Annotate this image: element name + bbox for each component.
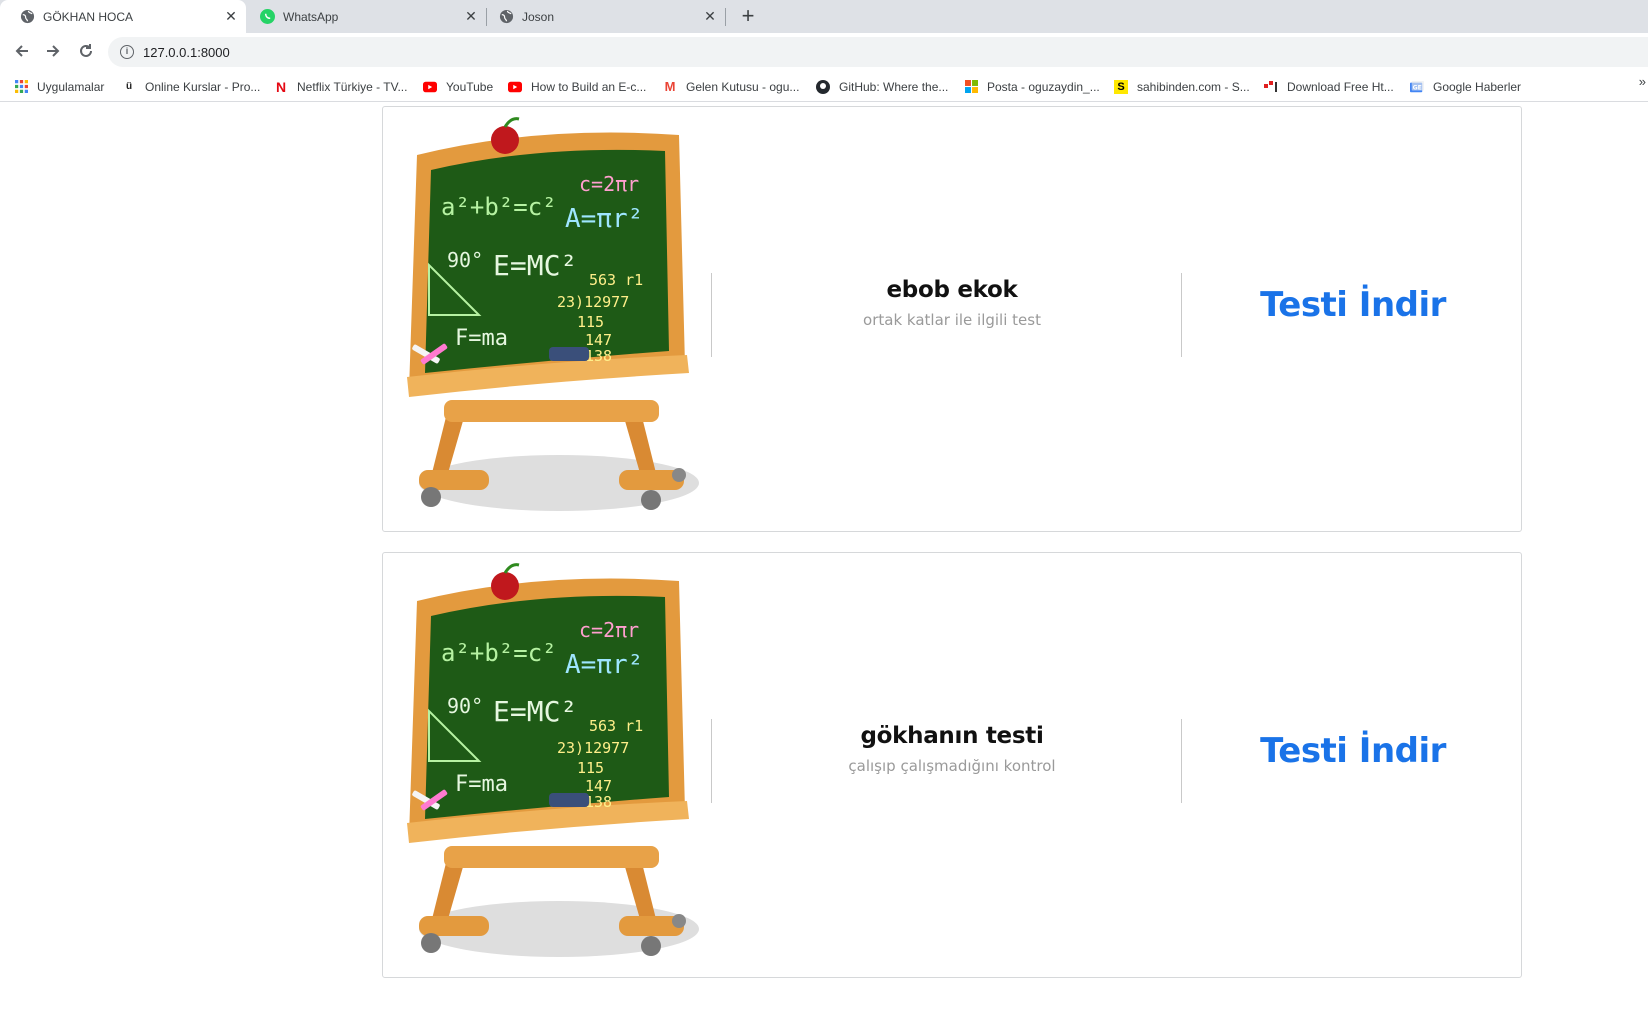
tab-title: WhatsApp (283, 10, 339, 24)
bookmark-label: sahibinden.com - S... (1137, 79, 1250, 94)
divider (1181, 719, 1182, 803)
youtube-icon (508, 80, 522, 94)
bookmark-sahibinden[interactable]: S sahibinden.com - S... (1114, 78, 1250, 95)
test-info: gökhanın testi çalışıp çalışmadığını kon… (731, 723, 1173, 775)
bookmark-label: YouTube (446, 79, 494, 94)
bookmark-netflix[interactable]: N Netflix Türkiye - TV... (274, 78, 408, 95)
test-description: ortak katlar ile ilgili test (863, 311, 1041, 329)
gmail-icon: M (664, 79, 676, 94)
test-description: çalışıp çalışmadığını kontrol (848, 757, 1056, 775)
bookmarks-bar: Uygulamalar ü Online Kurslar - Pro... N … (0, 71, 1648, 102)
test-card: ebob ekok ortak katlar ile ilgili test T… (382, 106, 1522, 532)
apps-grid-icon (14, 80, 28, 94)
bookmark-gmail[interactable]: M Gelen Kutusu - ogu... (663, 78, 800, 95)
chalkboard-illustration (389, 115, 701, 527)
bookmark-label: Netflix Türkiye - TV... (297, 79, 408, 94)
whatsapp-icon (260, 9, 275, 24)
chalkboard-illustration (389, 561, 701, 973)
download-test-link[interactable]: Testi İndir (1183, 285, 1523, 325)
netflix-icon: N (275, 78, 287, 95)
test-info: ebob ekok ortak katlar ile ilgili test (731, 277, 1173, 329)
site-info-icon[interactable]: i (120, 45, 134, 59)
tab-gokhan-hoca[interactable]: GÖKHAN HOCA ✕ (0, 0, 246, 33)
forward-arrow-icon[interactable] (43, 42, 63, 62)
tab-joson[interactable]: Joson ✕ (487, 0, 725, 33)
test-title: ebob ekok (886, 277, 1018, 303)
more-bookmarks-button[interactable]: » (1639, 74, 1646, 89)
bookmark-youtube[interactable]: YouTube (423, 78, 493, 95)
bookmark-label: Google Haberler (1433, 79, 1522, 94)
divider (1181, 273, 1182, 357)
tab-strip: GÖKHAN HOCA ✕ WhatsApp ✕ Joson ✕ + (0, 0, 1648, 33)
microsoft-icon (964, 80, 978, 94)
bookmark-label: Gelen Kutusu - ogu... (686, 79, 800, 94)
download-test-link[interactable]: Testi İndir (1183, 731, 1523, 771)
url-text: 127.0.0.1:8000 (143, 45, 230, 60)
bookmark-label: Online Kurslar - Pro... (145, 79, 261, 94)
new-tab-button[interactable]: + (738, 5, 758, 27)
bookmark-label: How to Build an E-c... (531, 79, 647, 94)
bookmark-label: Posta - oguzaydin_... (987, 79, 1100, 94)
tab-separator (725, 8, 726, 26)
udemy-icon: ü (125, 81, 133, 92)
bookmark-download-free[interactable]: Download Free Ht... (1264, 78, 1394, 95)
tab-whatsapp[interactable]: WhatsApp ✕ (246, 0, 486, 33)
test-card: gökhanın testi çalışıp çalışmadığını kon… (382, 552, 1522, 978)
divider (711, 719, 712, 803)
tab-title: Joson (522, 10, 555, 24)
bookmark-ecommerce-video[interactable]: How to Build an E-c... (508, 78, 646, 95)
bookmark-udemy[interactable]: ü Online Kurslar - Pro... (122, 78, 260, 95)
divider (711, 273, 712, 357)
download-site-icon (1264, 80, 1278, 94)
close-tab-icon[interactable]: ✕ (464, 9, 478, 23)
browser-toolbar: i 127.0.0.1:8000 (0, 33, 1648, 71)
github-icon (816, 79, 830, 94)
bookmark-apps[interactable]: Uygulamalar (14, 78, 104, 95)
bookmark-outlook[interactable]: Posta - oguzaydin_... (964, 78, 1100, 95)
google-news-icon: GE (1410, 80, 1424, 94)
reload-icon[interactable] (76, 42, 96, 62)
back-arrow-icon[interactable] (12, 42, 32, 62)
close-tab-icon[interactable]: ✕ (224, 9, 238, 23)
svg-text:GE: GE (1413, 84, 1422, 91)
close-tab-icon[interactable]: ✕ (703, 9, 717, 23)
test-title: gökhanın testi (860, 723, 1044, 749)
youtube-icon (423, 80, 437, 94)
globe-icon (20, 9, 35, 24)
tab-title: GÖKHAN HOCA (43, 10, 134, 24)
address-bar[interactable]: i 127.0.0.1:8000 (108, 37, 1648, 67)
bookmark-label: GitHub: Where the... (839, 79, 949, 94)
bookmark-label: Download Free Ht... (1287, 79, 1394, 94)
bookmark-label: Uygulamalar (37, 79, 105, 94)
sahibinden-icon: S (1114, 79, 1128, 94)
bookmark-github[interactable]: GitHub: Where the... (816, 78, 948, 95)
bookmark-google-news[interactable]: GE Google Haberler (1410, 78, 1521, 95)
globe-icon (499, 9, 514, 24)
